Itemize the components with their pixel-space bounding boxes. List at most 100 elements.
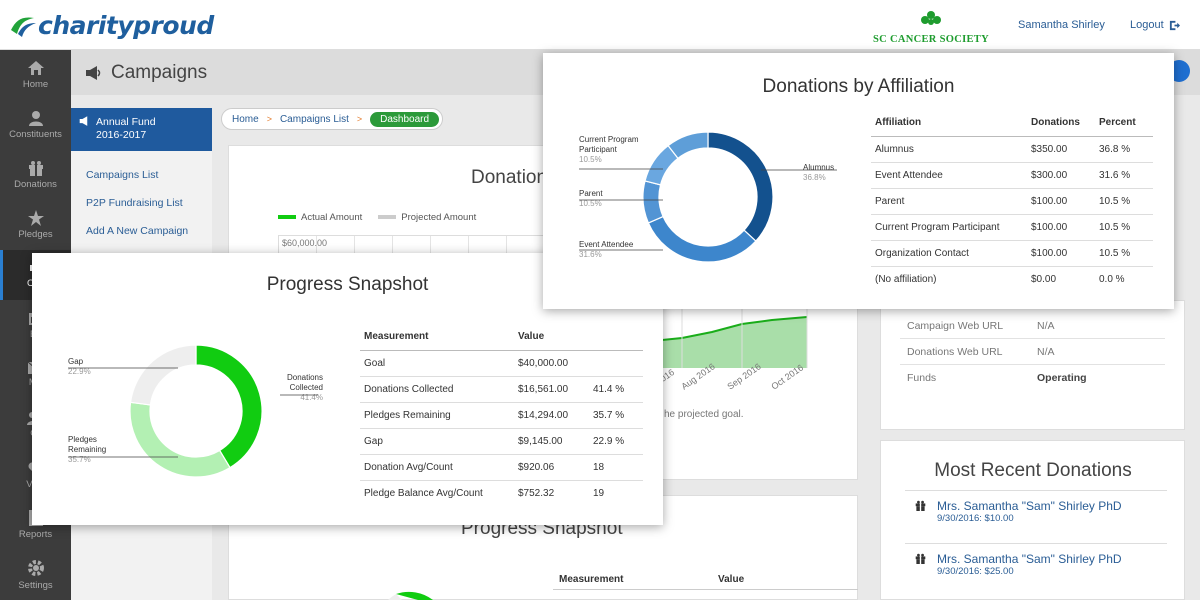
nav-settings[interactable]: Settings <box>0 550 71 600</box>
cell: $752.32 <box>518 487 555 499</box>
th-affiliation: Affiliation <box>871 109 1031 137</box>
logout-label: Logout <box>1130 19 1164 31</box>
breadcrumb: Home > Campaigns List > Dashboard <box>221 108 444 130</box>
bottom-table-header: Measurement Value <box>553 568 858 590</box>
star-icon <box>27 210 44 226</box>
cell: 0.0 % <box>1099 273 1125 285</box>
table-row: Donations Collected $16,561.00 41.4 % <box>360 376 643 403</box>
cell: Event Attendee <box>871 162 1031 189</box>
table-row: Alumnus $350.00 36.8 % <box>871 136 1153 163</box>
cell: 41.4 % <box>593 376 643 403</box>
nav-label: Reports <box>18 529 53 540</box>
info-value: N/A <box>1037 320 1055 332</box>
info-label: Funds <box>907 372 937 384</box>
table-row: (No affiliation) $0.00 0.0 % <box>871 266 1153 292</box>
cell: 35.7 % <box>593 402 643 429</box>
cell: $920.06 <box>518 454 593 481</box>
subnav-campaigns-list[interactable]: Campaigns List <box>71 161 212 189</box>
cell: Gap <box>360 428 518 455</box>
cell: $14,294.00 <box>518 402 593 429</box>
home-icon <box>27 61 44 75</box>
affiliation-card: Donations by Affiliation Alumnus 36.8% C… <box>543 53 1174 309</box>
progress-table: Measurement Value Goal $40,000.00 Donatio… <box>360 323 643 506</box>
org-emblem-icon <box>921 11 941 25</box>
table-row: Event Attendee $300.00 31.6 % <box>871 162 1153 189</box>
info-value: Operating <box>1037 372 1087 384</box>
cell: $16,561.00 <box>518 376 593 403</box>
logout-link[interactable]: Logout <box>1130 19 1180 31</box>
legend-swatch <box>278 215 296 220</box>
subnav-p2p-list[interactable]: P2P Fundraising List <box>71 189 212 217</box>
chart-note: he projected goal. <box>664 409 744 420</box>
gear-icon <box>27 560 44 576</box>
cell: $40,000.00 <box>518 350 593 377</box>
campaign-name: Annual Fund <box>96 116 156 128</box>
divider <box>900 338 1165 339</box>
cell: Pledges Remaining <box>360 402 518 429</box>
campaign-heading[interactable]: Annual Fund 2016-2017 <box>71 108 212 151</box>
donor-name-link[interactable]: Mrs. Samantha "Sam" Shirley PhD <box>937 552 1122 566</box>
megaphone-icon <box>79 116 88 126</box>
table-row: Donation Avg/Count $920.06 18 <box>360 454 643 481</box>
info-value: N/A <box>1037 346 1055 358</box>
actual-area <box>662 317 807 368</box>
logo-text: charityproud <box>38 10 214 40</box>
nav-donations[interactable]: Donations <box>0 150 71 200</box>
top-bar: charityproud SC CANCER SOCIETY Samantha … <box>0 0 1200 50</box>
subnav-add-campaign[interactable]: Add A New Campaign <box>71 217 212 245</box>
recent-donation-row[interactable]: Mrs. Samantha "Sam" Shirley PhD 9/30/201… <box>905 490 1167 534</box>
cell: Donations Collected <box>360 376 518 403</box>
cell: 10.5 % <box>1099 240 1153 267</box>
logout-icon <box>1169 20 1180 30</box>
cell: Organization Contact <box>871 240 1031 267</box>
cell: 22.9 % <box>593 428 643 455</box>
logo-mark-icon <box>11 17 36 37</box>
breadcrumb-campaigns-list[interactable]: Campaigns List <box>280 114 349 125</box>
cell: Parent <box>871 188 1031 215</box>
legend-actual[interactable]: Actual Amount <box>278 212 362 223</box>
org-logo: SC CANCER SOCIETY <box>873 10 989 45</box>
bottom-donut-fragment <box>388 591 433 600</box>
cell: $350.00 <box>1031 136 1099 163</box>
cell: $300.00 <box>1031 162 1099 189</box>
cell: Donation Avg/Count <box>360 454 518 481</box>
donations-panel-title: Donation <box>471 167 548 188</box>
cell: 10.5 % <box>1099 188 1153 215</box>
cell: $9,145.00 <box>518 428 593 455</box>
nav-label: Home <box>22 79 49 90</box>
cell: $100.00 <box>1031 240 1099 267</box>
th-value: Value <box>718 574 745 585</box>
nav-pledges[interactable]: Pledges <box>0 200 71 250</box>
table-row: Parent $100.00 10.5 % <box>871 188 1153 215</box>
donor-name-link[interactable]: Mrs. Samantha "Sam" Shirley PhD <box>937 499 1122 513</box>
nav-constituents[interactable]: Constituents <box>0 100 71 150</box>
breadcrumb-separator-icon: > <box>266 114 272 124</box>
nav-label: Constituents <box>9 129 62 140</box>
breadcrumb-dashboard[interactable]: Dashboard <box>370 111 440 127</box>
nav-label: Donations <box>14 179 57 190</box>
th-donations: Donations <box>1031 109 1099 137</box>
charityproud-logo[interactable]: charityproud <box>8 8 214 42</box>
donation-detail: 9/30/2016: $25.00 <box>937 566 1014 577</box>
label-name: Current Program Participant <box>579 135 639 154</box>
cell: $100.00 <box>1031 214 1099 241</box>
legend-projected[interactable]: Projected Amount <box>378 212 476 223</box>
person-icon <box>28 111 43 126</box>
legend-projected-label: Projected Amount <box>401 212 477 223</box>
donations-line-chart: 016 Aug 2016 Sep 2016 Oct 2016 <box>662 300 808 392</box>
table-row: Gap $9,145.00 22.9 % <box>360 428 643 455</box>
recent-donation-row[interactable]: Mrs. Samantha "Sam" Shirley PhD 9/30/201… <box>905 543 1167 587</box>
th-value: Value <box>518 323 593 351</box>
cell: Pledge Balance Avg/Count <box>364 487 483 499</box>
cell: 18 <box>593 454 643 481</box>
breadcrumb-home[interactable]: Home <box>232 114 259 125</box>
user-name-link[interactable]: Samantha Shirley <box>1018 19 1105 31</box>
x-axis-tick: 016 <box>662 367 676 384</box>
table-row: Goal $40,000.00 <box>360 350 643 377</box>
table-row: Current Program Participant $100.00 10.5 % <box>871 214 1153 241</box>
cell: $100.00 <box>1031 188 1099 215</box>
gift-icon <box>915 500 926 511</box>
nav-home[interactable]: Home <box>0 50 71 100</box>
th-extra <box>593 323 643 351</box>
page-title: Campaigns <box>111 61 208 83</box>
